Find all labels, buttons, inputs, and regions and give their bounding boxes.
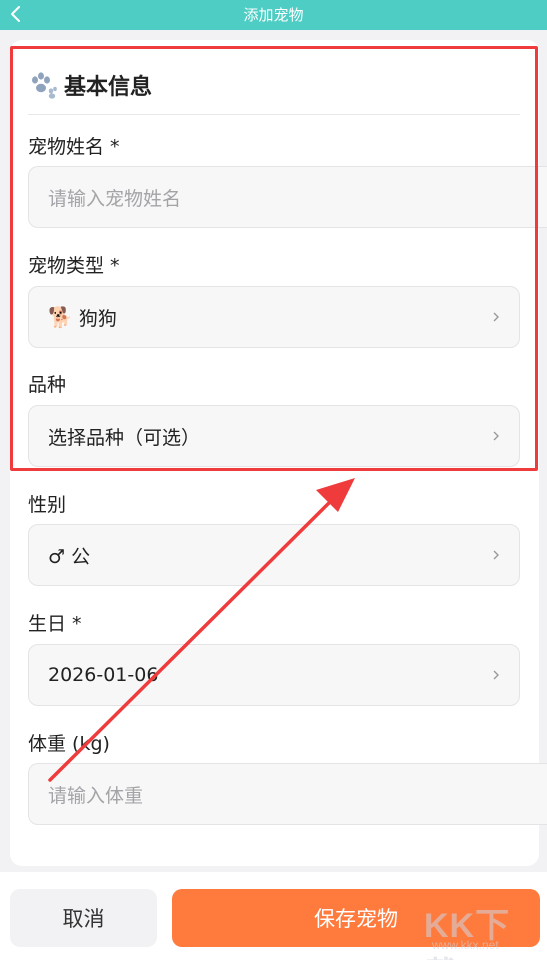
birthday-label: 生日 * [28,613,82,635]
gender-value: ♂ 公 [48,545,91,568]
weight-label: 体重 (kg) [28,733,110,755]
gender-label: 性别 [28,494,67,516]
chevron-right-icon [493,550,499,560]
weight-input[interactable]: 请输入体重 [28,763,547,825]
watermark-url: www.kkx.net [432,938,499,952]
gender-select[interactable]: ♂ 公 [28,524,520,586]
watermark: KK下载 www.kkx.net [424,898,544,960]
weight-placeholder: 请输入体重 [48,784,144,807]
birthday-picker[interactable]: 2026-01-06 [28,644,520,706]
chevron-right-icon [493,670,499,680]
top-bar: 添加宠物 [0,0,547,30]
annotation-highlight-box [10,46,538,471]
birthday-value: 2026-01-06 [48,664,159,686]
cancel-button[interactable]: 取消 [10,889,157,947]
page-title: 添加宠物 [243,6,304,24]
